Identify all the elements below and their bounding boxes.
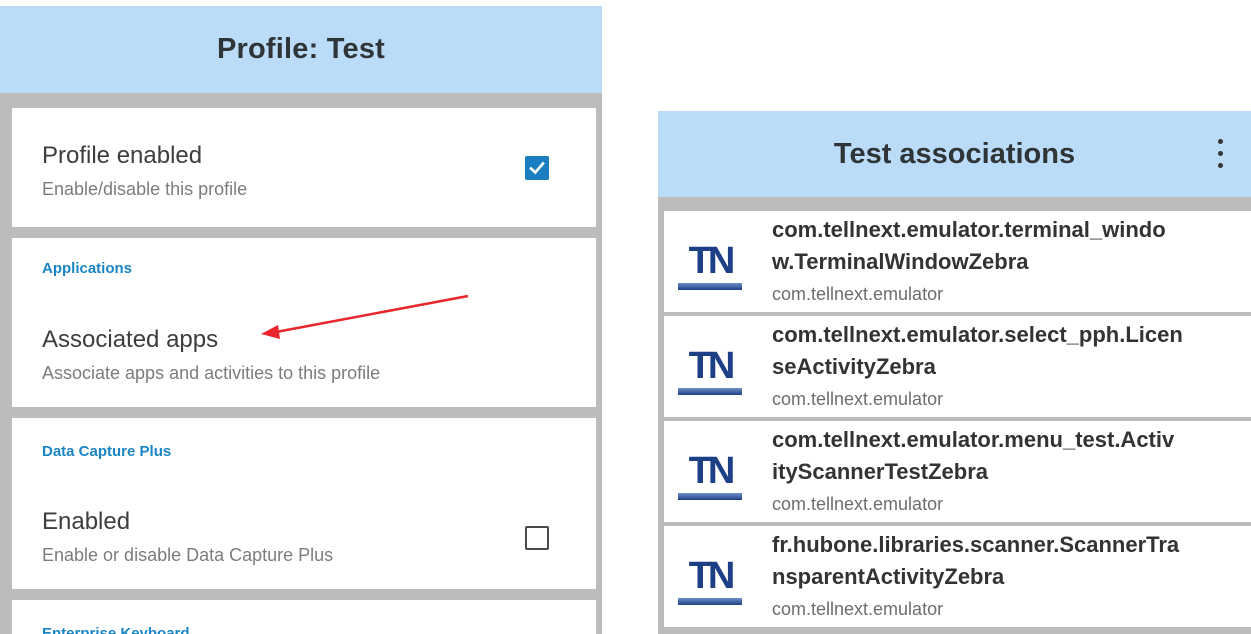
profile-screen: Profile: Test Profile enabled Enable/dis… — [0, 6, 602, 634]
association-item[interactable]: TN com.tellnext.emulator.terminal_windo … — [664, 211, 1251, 312]
association-title-line2: nsparentActivityZebra — [772, 564, 1005, 589]
association-title-line1: fr.hubone.libraries.scanner.ScannerTra — [772, 532, 1180, 557]
profile-header-title: Profile: Test — [216, 33, 386, 65]
associations-screen: Test associations TN com.tellnext.emulat… — [658, 111, 1251, 634]
association-title-line1: com.tellnext.emulator.select_pph.Licen — [772, 322, 1183, 347]
association-package: com.tellnext.emulator — [772, 284, 944, 304]
tn-logo-icon: TN — [676, 548, 744, 610]
associations-header: Test associations — [658, 111, 1251, 197]
more-vertical-icon[interactable] — [1213, 137, 1227, 171]
profile-enabled-checkbox[interactable] — [525, 156, 549, 180]
association-title-line2: w.TerminalWindowZebra — [772, 249, 1029, 274]
association-title-line2: seActivityZebra — [772, 354, 936, 379]
associations-header-title: Test associations — [833, 137, 1076, 170]
applications-category: Applications — [42, 260, 133, 277]
association-title-line2: ityScannerTestZebra — [772, 459, 989, 484]
profile-enabled-setting[interactable]: Profile enabled Enable/disable this prof… — [12, 108, 596, 227]
enterprise-keyboard-category: Enterprise Keyboard — [42, 625, 190, 634]
profile-header: Profile: Test — [0, 6, 602, 93]
associated-apps-title: Associated apps — [42, 326, 219, 353]
svg-text:TN: TN — [689, 240, 733, 282]
profile-enabled-subtitle: Enable/disable this profile — [42, 179, 248, 199]
association-title: com.tellnext.emulator.menu_test.Activ it… — [772, 424, 1248, 488]
tn-logo-icon: TN — [676, 338, 744, 400]
applications-section: Applications Associated apps Associate a… — [12, 238, 596, 407]
tn-logo-icon: TN — [676, 233, 744, 295]
dcp-enabled-checkbox[interactable] — [525, 526, 549, 550]
dcp-enabled-title: Enabled — [42, 508, 131, 535]
association-title: com.tellnext.emulator.terminal_windo w.T… — [772, 214, 1248, 278]
association-package: com.tellnext.emulator — [772, 494, 944, 514]
association-title: com.tellnext.emulator.select_pph.Licen s… — [772, 319, 1248, 383]
data-capture-plus-category: Data Capture Plus — [42, 443, 172, 460]
association-item[interactable]: TN fr.hubone.libraries.scanner.ScannerTr… — [664, 526, 1251, 627]
association-package: com.tellnext.emulator — [772, 599, 944, 619]
svg-text:TN: TN — [689, 555, 733, 597]
profile-enabled-title: Profile enabled — [42, 142, 203, 169]
association-title: fr.hubone.libraries.scanner.ScannerTra n… — [772, 529, 1248, 593]
association-title-line1: com.tellnext.emulator.menu_test.Activ — [772, 427, 1175, 452]
association-item[interactable]: TN com.tellnext.emulator.menu_test.Activ… — [664, 421, 1251, 522]
tn-logo-icon: TN — [676, 443, 744, 505]
association-package: com.tellnext.emulator — [772, 389, 944, 409]
svg-text:TN: TN — [689, 345, 733, 387]
dcp-enabled-subtitle: Enable or disable Data Capture Plus — [42, 545, 334, 565]
associated-apps-subtitle: Associate apps and activities to this pr… — [42, 363, 381, 383]
data-capture-plus-enabled-setting[interactable]: Enabled Enable or disable Data Capture P… — [12, 488, 596, 589]
data-capture-plus-section: Data Capture Plus Enabled Enable or disa… — [12, 418, 596, 589]
enterprise-keyboard-section: Enterprise Keyboard — [12, 600, 596, 634]
association-item[interactable]: TN com.tellnext.emulator.select_pph.Lice… — [664, 316, 1251, 417]
svg-text:TN: TN — [689, 450, 733, 492]
checkmark-icon — [529, 161, 545, 175]
associated-apps-setting[interactable]: Associated apps Associate apps and activ… — [12, 308, 596, 407]
association-title-line1: com.tellnext.emulator.terminal_windo — [772, 217, 1166, 242]
